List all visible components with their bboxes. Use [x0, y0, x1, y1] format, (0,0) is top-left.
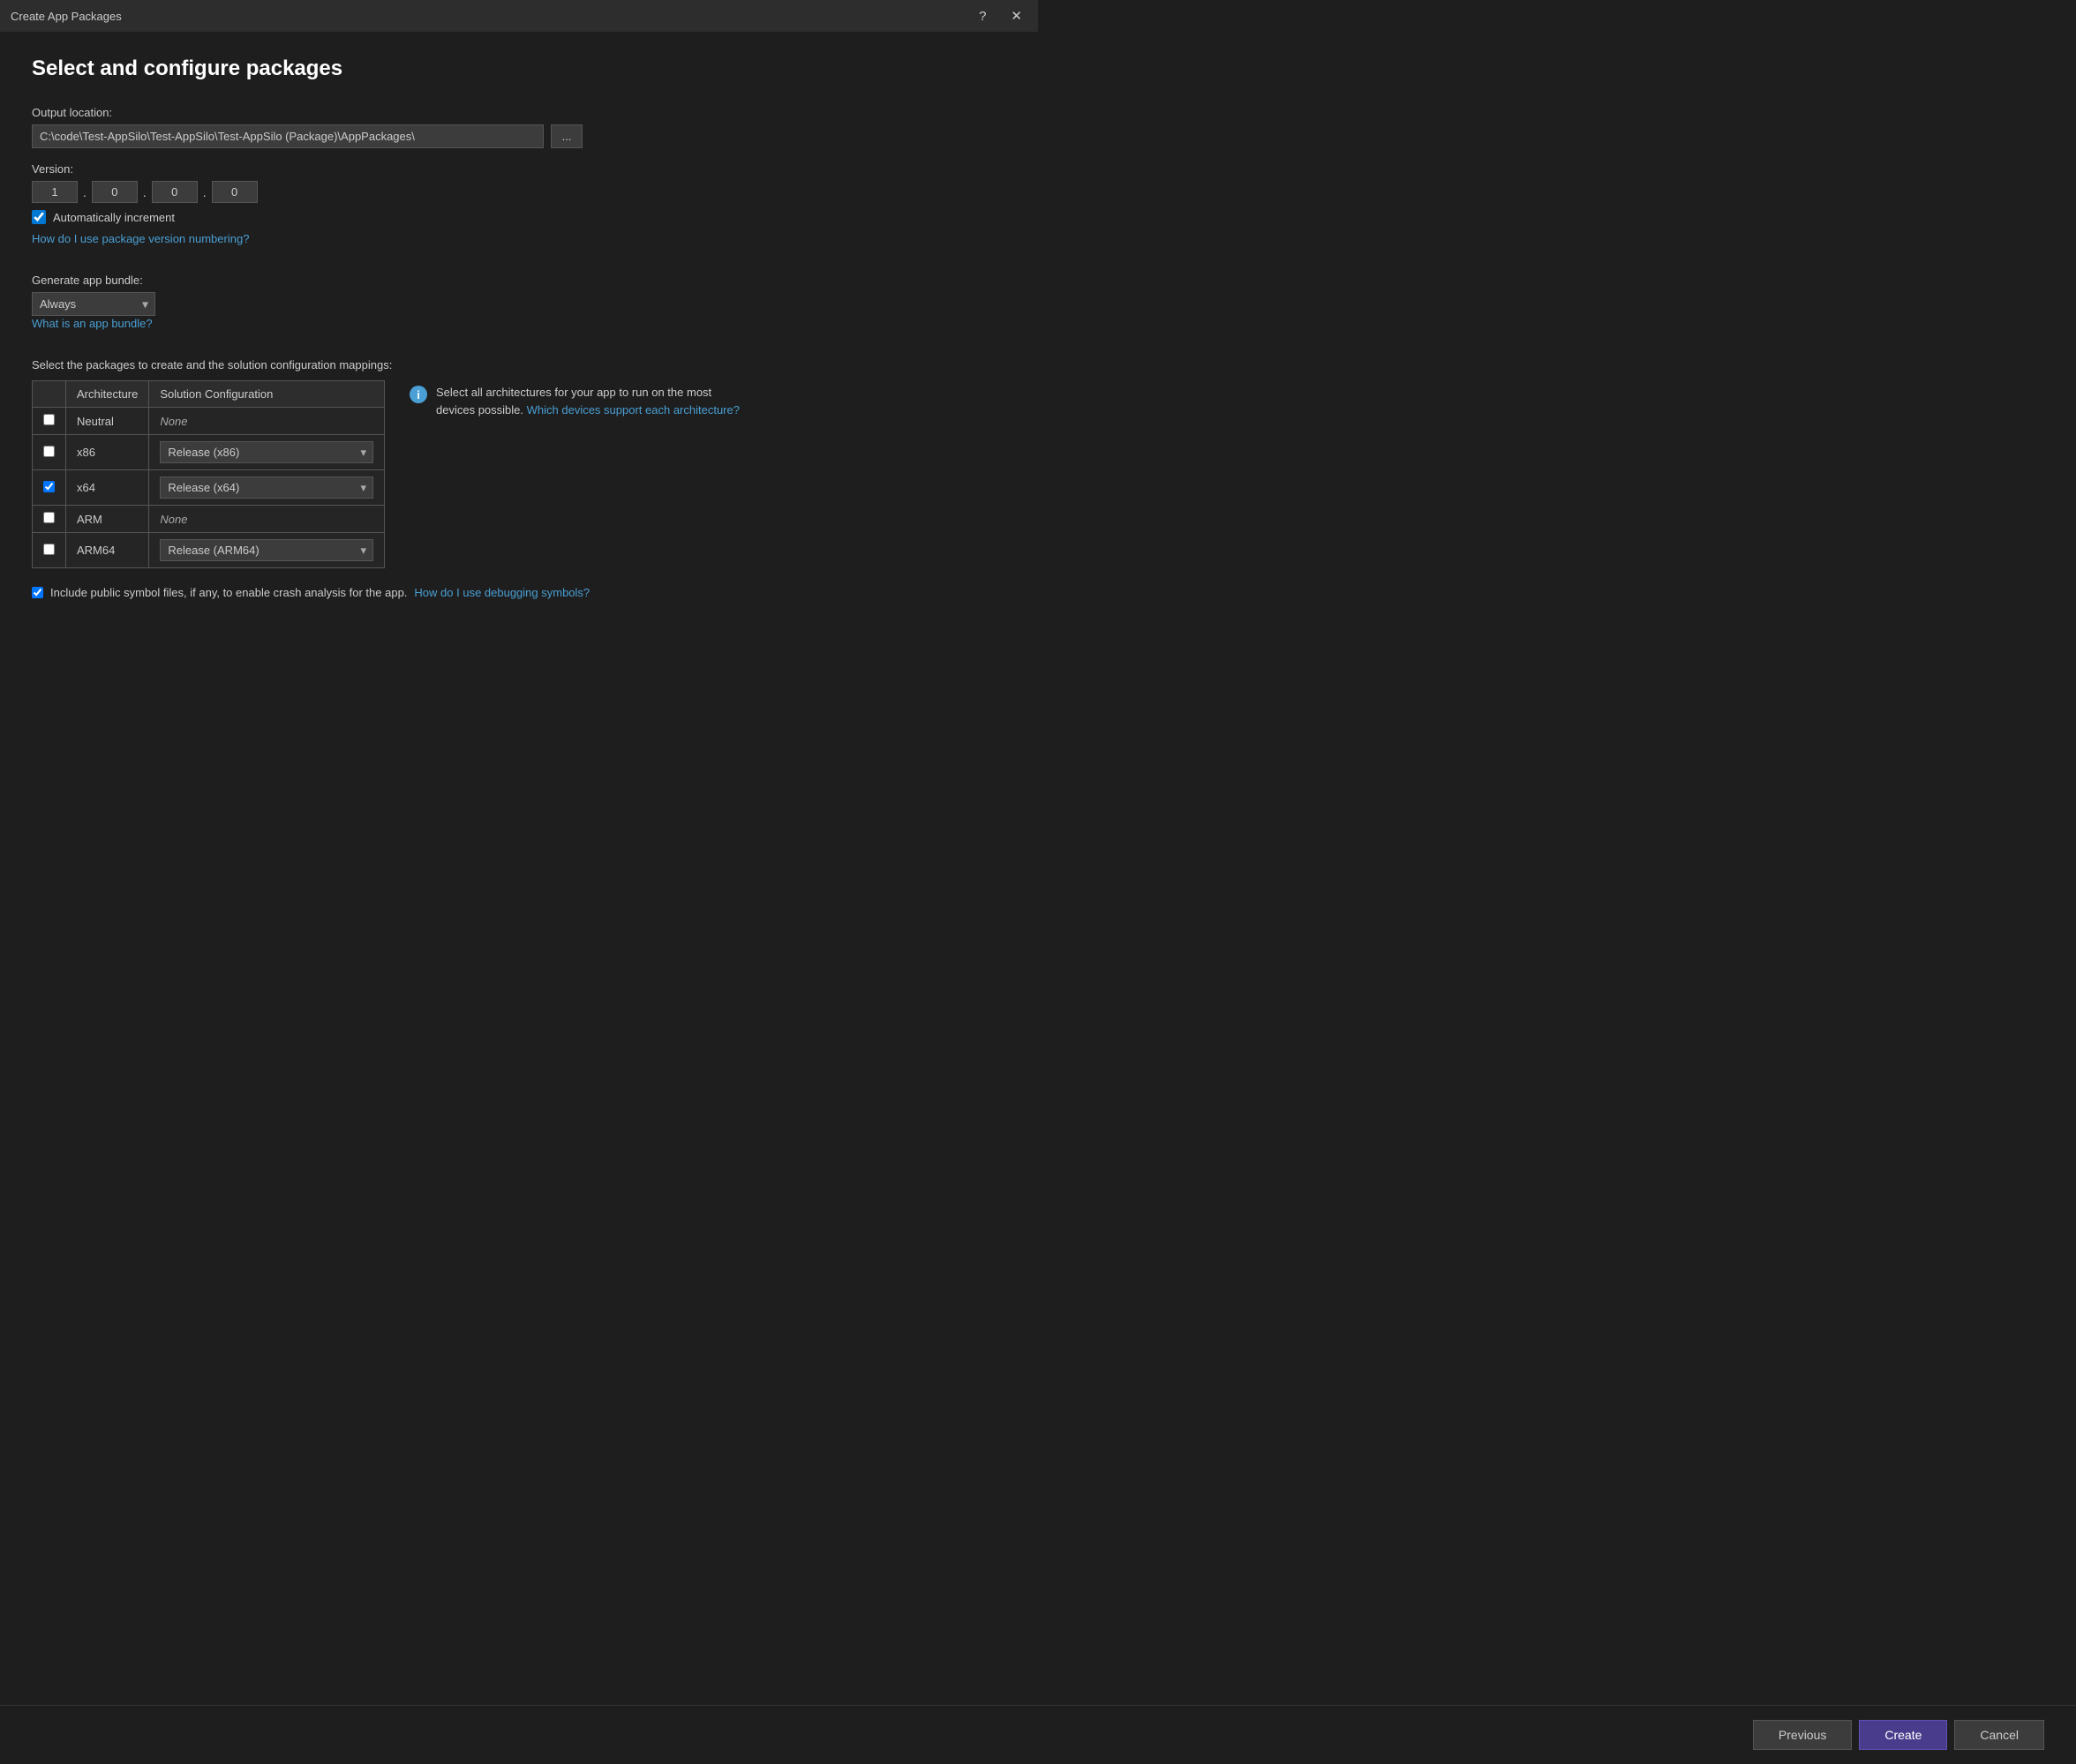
previous-button[interactable]: Previous — [1753, 1720, 1852, 1750]
app-bundle-link[interactable]: What is an app bundle? — [32, 317, 153, 330]
config-x86-select[interactable]: Release (x86) — [160, 441, 373, 463]
footer: Previous Create Cancel — [0, 1705, 2076, 1764]
config-arm64-wrapper: Release (ARM64) — [160, 539, 373, 561]
auto-increment-row: Automatically increment — [32, 210, 1006, 224]
create-button[interactable]: Create — [1859, 1720, 1947, 1750]
output-location-row: ... — [32, 124, 1006, 148]
config-x86-wrapper: Release (x86) — [160, 441, 373, 463]
version-major[interactable] — [32, 181, 78, 203]
table-row: x64 Release (x64) — [33, 470, 385, 506]
checkbox-neutral[interactable] — [43, 414, 55, 425]
generate-bundle-wrapper: Always As needed Never — [32, 292, 155, 316]
page-title: Select and configure packages — [32, 56, 1006, 81]
col-architecture: Architecture — [66, 381, 149, 408]
version-label: Version: — [32, 162, 1006, 176]
info-icon: i — [410, 386, 427, 403]
arch-arm: ARM — [66, 506, 149, 533]
checkbox-x64[interactable] — [43, 481, 55, 492]
cancel-button[interactable]: Cancel — [1954, 1720, 2044, 1750]
arch-x64: x64 — [66, 470, 149, 506]
version-build[interactable] — [152, 181, 198, 203]
config-arm: None — [149, 506, 385, 533]
info-text: Select all architectures for your app to… — [436, 384, 745, 418]
config-neutral-value: None — [160, 415, 187, 428]
table-row: ARM None — [33, 506, 385, 533]
title-bar: Create App Packages ? ✕ — [0, 0, 1038, 32]
info-panel: i Select all architectures for your app … — [410, 380, 745, 418]
version-section: Version: . . . Automatically increment H… — [32, 162, 1006, 259]
version-dot-3: . — [201, 185, 208, 199]
col-check — [33, 381, 66, 408]
check-cell-neutral — [33, 408, 66, 435]
config-arm64-select[interactable]: Release (ARM64) — [160, 539, 373, 561]
output-location-label: Output location: — [32, 106, 1006, 119]
title-bar-actions: ? ✕ — [974, 6, 1027, 26]
table-row: x86 Release (x86) — [33, 435, 385, 470]
check-cell-arm64 — [33, 533, 66, 568]
config-x64-wrapper: Release (x64) — [160, 477, 373, 499]
packages-section: Select the packages to create and the so… — [32, 358, 1006, 568]
symbol-files-checkbox[interactable] — [32, 587, 43, 598]
version-dot-1: . — [81, 185, 88, 199]
generate-bundle-label: Generate app bundle: — [32, 274, 1006, 287]
version-dot-2: . — [141, 185, 148, 199]
symbol-files-label: Include public symbol files, if any, to … — [50, 586, 407, 599]
version-inputs: . . . — [32, 181, 1006, 203]
config-x86: Release (x86) — [149, 435, 385, 470]
config-neutral: None — [149, 408, 385, 435]
table-row: ARM64 Release (ARM64) — [33, 533, 385, 568]
table-row: Neutral None — [33, 408, 385, 435]
output-location-section: Output location: ... — [32, 106, 1006, 148]
config-arm64: Release (ARM64) — [149, 533, 385, 568]
packages-description: Select the packages to create and the so… — [32, 358, 1006, 372]
check-cell-x64 — [33, 470, 66, 506]
check-cell-arm — [33, 506, 66, 533]
config-arm-value: None — [160, 513, 187, 526]
auto-increment-checkbox[interactable] — [32, 210, 46, 224]
packages-layout: Architecture Solution Configuration Neut… — [32, 380, 1006, 568]
browse-button[interactable]: ... — [551, 124, 583, 148]
generate-bundle-row: Always As needed Never — [32, 292, 1006, 316]
version-numbering-link[interactable]: How do I use package version numbering? — [32, 232, 249, 245]
output-path-input[interactable] — [32, 124, 544, 148]
checkbox-arm64[interactable] — [43, 544, 55, 555]
version-revision[interactable] — [212, 181, 258, 203]
config-x64-select[interactable]: Release (x64) — [160, 477, 373, 499]
arch-neutral: Neutral — [66, 408, 149, 435]
debugging-symbols-link[interactable]: How do I use debugging symbols? — [414, 586, 590, 599]
close-button[interactable]: ✕ — [1005, 6, 1027, 26]
generate-bundle-dropdown[interactable]: Always As needed Never — [32, 292, 155, 316]
auto-increment-label: Automatically increment — [53, 211, 175, 224]
checkbox-x86[interactable] — [43, 446, 55, 457]
checkbox-arm[interactable] — [43, 512, 55, 523]
check-cell-x86 — [33, 435, 66, 470]
version-minor[interactable] — [92, 181, 138, 203]
config-x64: Release (x64) — [149, 470, 385, 506]
architecture-table: Architecture Solution Configuration Neut… — [32, 380, 385, 568]
arch-x86: x86 — [66, 435, 149, 470]
col-solution-config: Solution Configuration — [149, 381, 385, 408]
generate-bundle-section: Generate app bundle: Always As needed Ne… — [32, 274, 1006, 344]
symbol-files-section: Include public symbol files, if any, to … — [32, 586, 1006, 599]
table-header-row: Architecture Solution Configuration — [33, 381, 385, 408]
title-bar-title: Create App Packages — [11, 10, 122, 23]
arch-arm64: ARM64 — [66, 533, 149, 568]
help-button[interactable]: ? — [974, 7, 991, 26]
dialog-content: Select and configure packages Output loc… — [0, 32, 1038, 642]
devices-support-link[interactable]: Which devices support each architecture? — [527, 403, 740, 417]
